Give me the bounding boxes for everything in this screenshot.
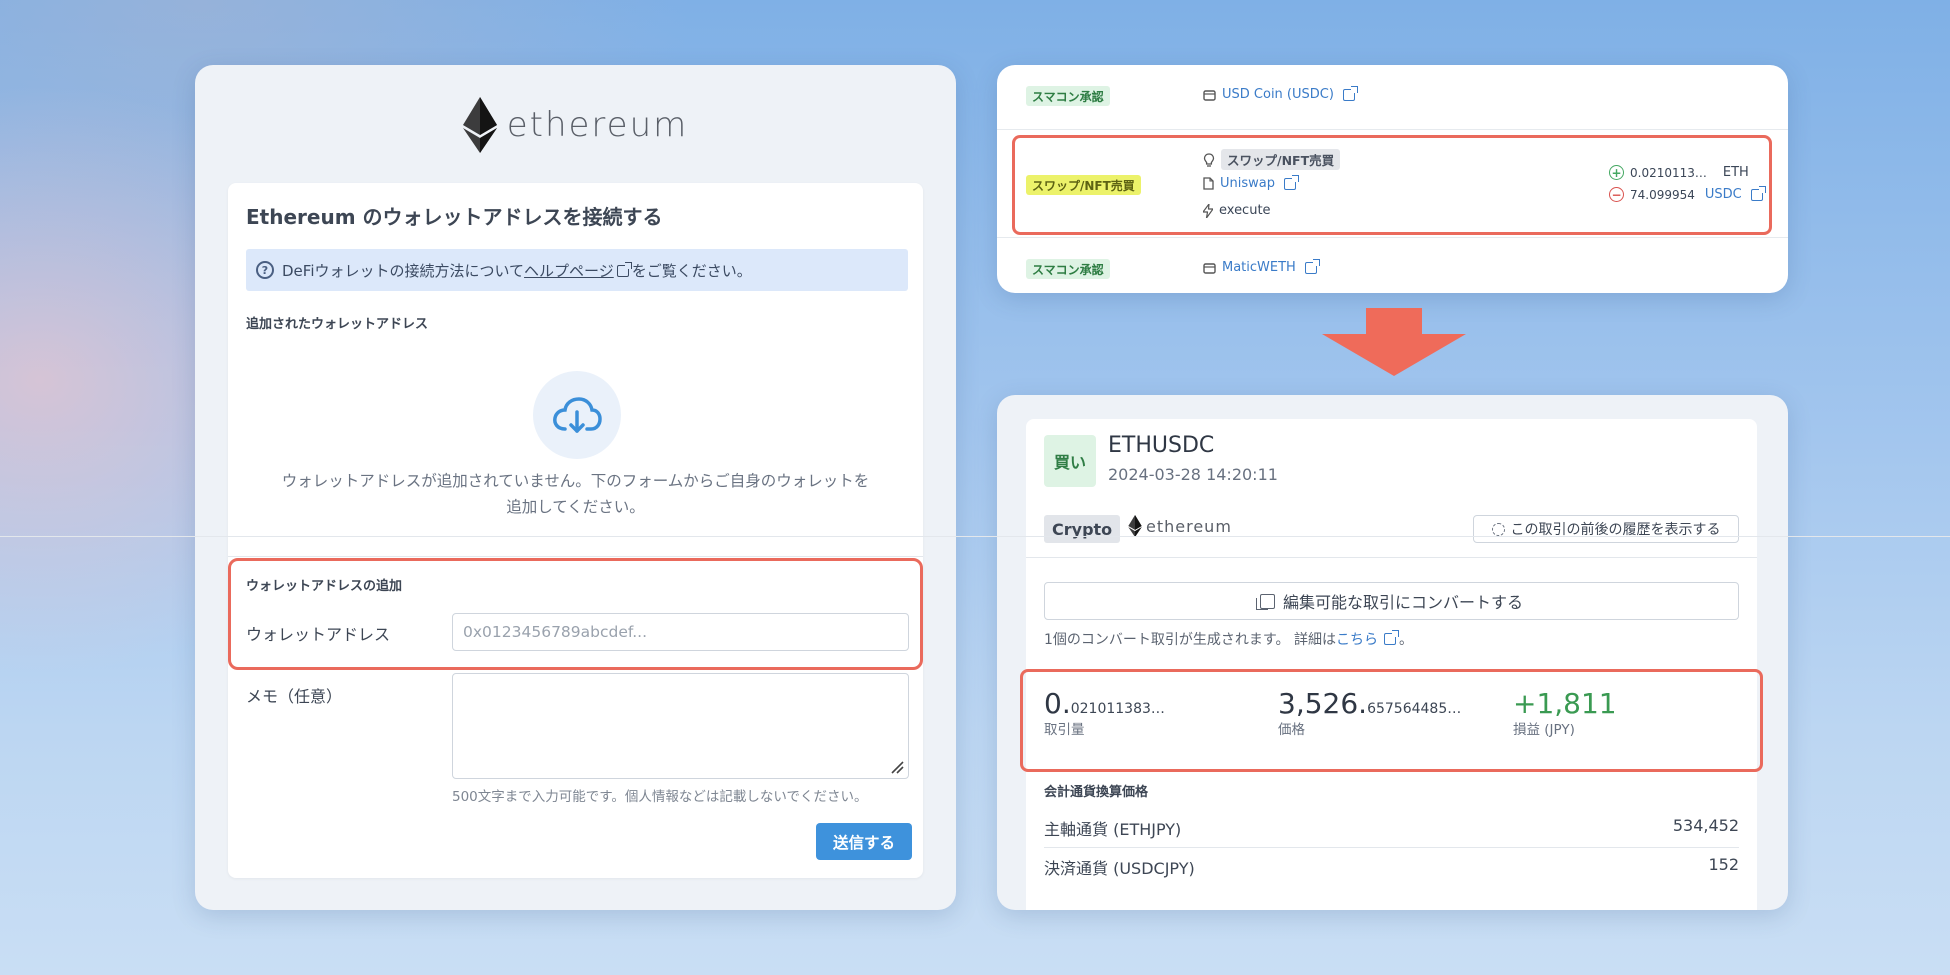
page-title: Ethereum のウォレットアドレスを接続する [246, 205, 663, 229]
external-link-icon[interactable] [1304, 258, 1320, 274]
minus-circle-icon: − [1609, 187, 1624, 202]
amount-in: 0.0210113… [1630, 165, 1707, 180]
wallet-connect-card: ethereum Ethereum のウォレットアドレスを接続する ? DeFi… [195, 65, 956, 910]
document-icon [1203, 177, 1214, 190]
approval-badge: スマコン承認 [1026, 86, 1110, 106]
ethereum-logo: ethereum [195, 97, 956, 153]
chain-logo: ethereum [1128, 515, 1232, 537]
conversion-rates-title: 会計通貨換算価格 [1044, 785, 1149, 800]
row-divider [997, 237, 1788, 238]
row-divider [997, 129, 1788, 130]
show-history-button[interactable]: この取引の前後の履歴を表示する [1473, 515, 1739, 543]
wallet-icon [1203, 89, 1216, 101]
add-address-section-label: ウォレットアドレスの追加 [246, 579, 403, 594]
ethereum-diamond-icon [462, 97, 497, 153]
swap-badge: スワップ/NFT売買 [1026, 175, 1141, 195]
quantity-stat: 0.021011383… 取引量 [1044, 687, 1165, 738]
help-page-link[interactable]: ヘルプページ [524, 262, 614, 280]
trade-detail-card: 買い ETHUSDC 2024-03-28 14:20:11 Crypto et… [0, 395, 1950, 910]
amount-in-symbol: ETH [1722, 165, 1749, 180]
rate-divider [1044, 847, 1739, 848]
memo-label: メモ（任意） [246, 687, 343, 706]
connect-form-panel: Ethereum のウォレットアドレスを接続する ? DeFiウォレットの接続方… [228, 183, 923, 878]
convert-note: 1個のコンバート取引が生成されます。 詳細は こちら。 [1044, 629, 1413, 649]
info-text-post: をご覧ください。 [631, 261, 752, 280]
history-icon [1491, 522, 1505, 536]
protocol-link-uniswap[interactable]: Uniswap [1220, 176, 1275, 191]
ethereum-diamond-icon [1128, 515, 1142, 537]
token-line: USD Coin (USDC) [1203, 85, 1358, 102]
copy-icon [1255, 593, 1275, 610]
memo-textarea[interactable] [452, 673, 909, 779]
submit-button[interactable]: 送信する [816, 823, 912, 860]
amount-out: 74.099954 [1630, 187, 1695, 202]
wallet-address-input[interactable]: 0x0123456789abcdef... [452, 613, 909, 651]
ethereum-wordmark: ethereum [506, 105, 689, 145]
resize-grip-icon[interactable] [890, 760, 904, 774]
arrow-down-icon [1322, 308, 1466, 376]
section-divider [228, 556, 923, 557]
pnl-stat: +1,811 損益 (JPY) [1513, 687, 1617, 738]
help-info-banner: ? DeFiウォレットの接続方法についてヘルプページ をご覧ください。 [246, 249, 908, 291]
convert-button[interactable]: 編集可能な取引にコンバートする [1044, 582, 1739, 620]
token-link-maticweth[interactable]: MaticWETH [1222, 260, 1296, 275]
question-circle-icon: ? [256, 261, 274, 279]
token-link-usdc[interactable]: USD Coin (USDC) [1222, 87, 1334, 102]
approval-badge: スマコン承認 [1026, 259, 1110, 279]
external-link-icon[interactable] [1342, 85, 1358, 101]
method-name: execute [1219, 203, 1271, 218]
empty-state-message: ウォレットアドレスが追加されていません。下のフォームからご自身のウォレットを 追… [281, 472, 870, 516]
wallet-address-label: ウォレットアドレス [246, 625, 391, 644]
amount-in-line: + 0.0210113… ETH [1609, 165, 1749, 180]
external-link-icon[interactable] [1383, 630, 1399, 645]
external-link-icon[interactable] [1750, 185, 1766, 201]
protocol-line: Uniswap [1203, 174, 1299, 191]
trade-datetime: 2024-03-28 14:20:11 [1108, 465, 1278, 484]
plus-circle-icon: + [1609, 165, 1624, 180]
trade-pair: ETHUSDC [1108, 433, 1215, 458]
method-line: execute [1203, 203, 1271, 218]
category-tag: Crypto [1044, 515, 1121, 543]
rate-row-settlement: 決済通貨 (USDCJPY) 152 [1044, 855, 1739, 878]
external-link-icon [616, 261, 632, 277]
chain-wordmark: ethereum [1146, 516, 1232, 536]
details-link[interactable]: こちら [1336, 629, 1378, 649]
trade-detail-panel: 買い ETHUSDC 2024-03-28 14:20:11 Crypto et… [0, 419, 1950, 910]
token-line: MaticWETH [1203, 258, 1320, 275]
amount-out-symbol-link[interactable]: USDC [1705, 187, 1742, 202]
memo-hint-text: 500文字まで入力可能です。個人情報などは記載しないでください。 [452, 789, 868, 805]
transaction-list-card: スマコン承認 USD Coin (USDC) スワップ/NFT売買 スワップ/N… [997, 65, 1788, 293]
tx-type-line: スワップ/NFT売買 [1203, 149, 1341, 170]
lightbulb-icon [1203, 152, 1215, 167]
rate-row-base: 主軸通貨 (ETHJPY) 534,452 [1044, 816, 1739, 839]
amount-out-line: − 74.099954 USDC [1609, 185, 1766, 202]
external-link-icon[interactable] [1284, 174, 1299, 190]
tx-type-tag: スワップ/NFT売買 [1221, 149, 1341, 170]
info-text-pre: DeFiウォレットの接続方法について [282, 261, 525, 280]
buy-side-badge: 買い [1044, 435, 1096, 487]
lightning-icon [1203, 203, 1213, 218]
section-divider [1026, 557, 1757, 558]
added-wallets-label: 追加されたウォレットアドレス [246, 317, 429, 332]
cloud-download-icon [533, 371, 621, 459]
price-stat: 3,526.657564485… 価格 [1278, 687, 1462, 738]
wallet-icon [1203, 262, 1216, 274]
